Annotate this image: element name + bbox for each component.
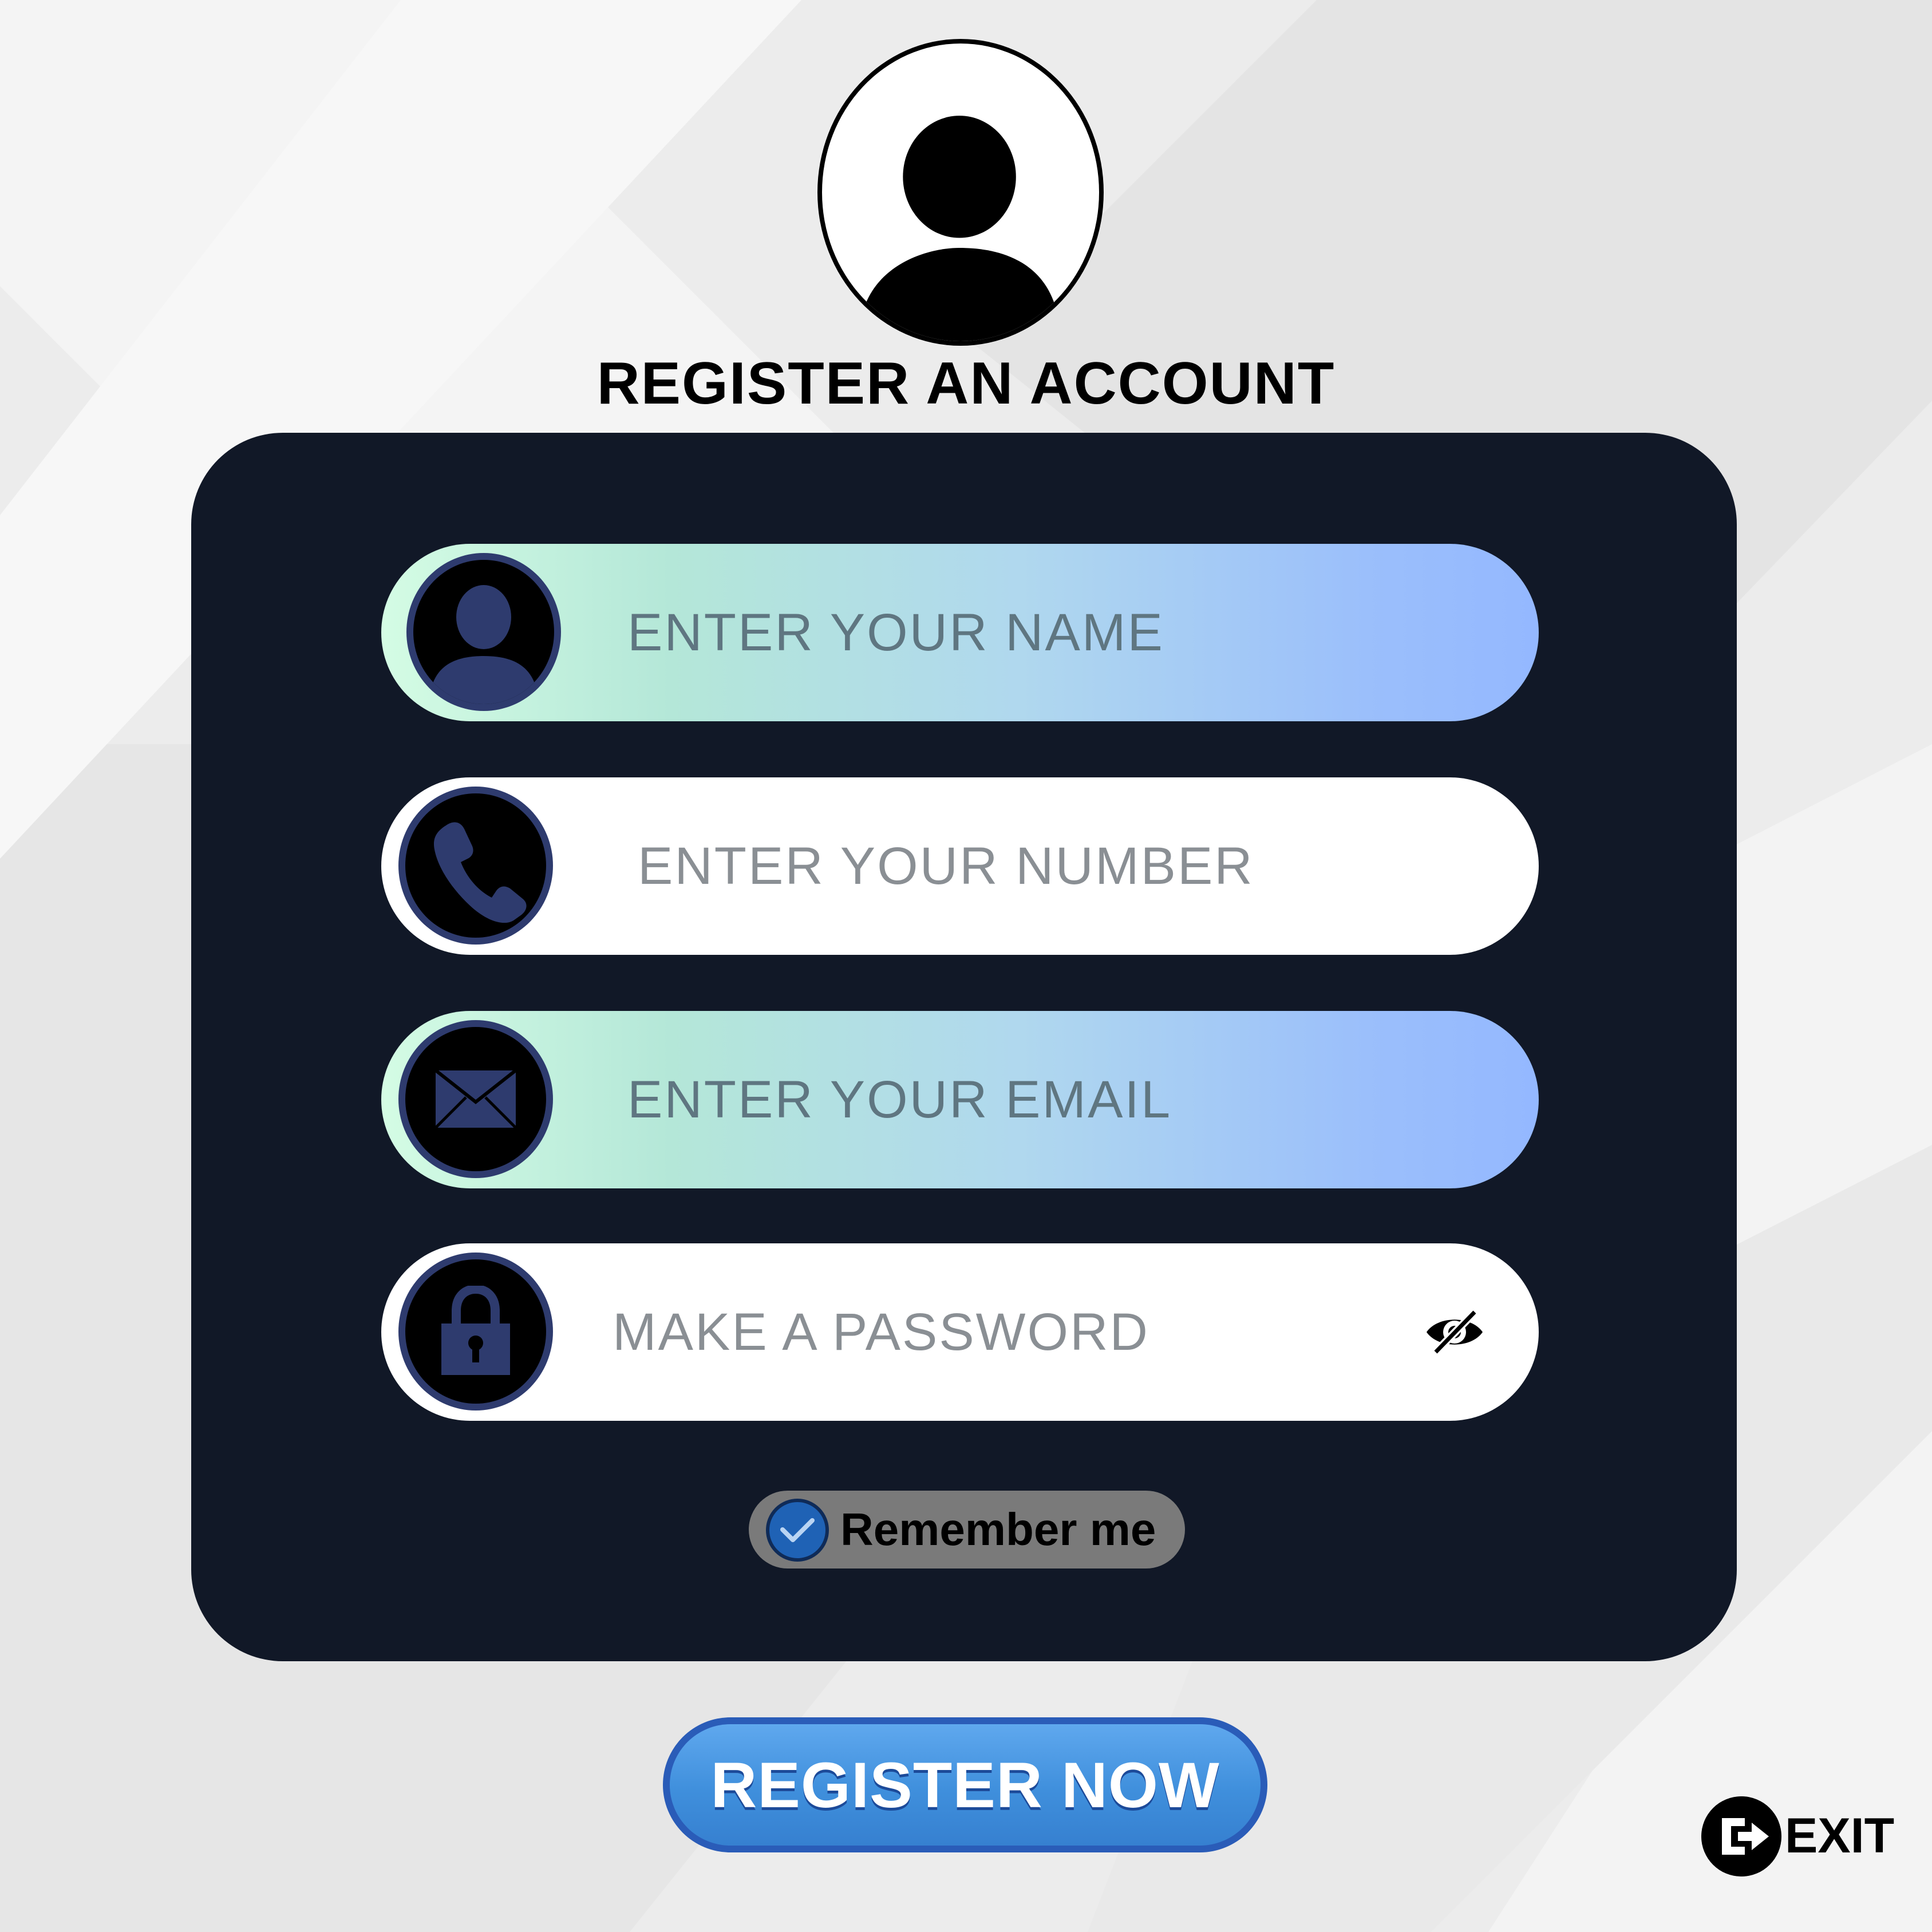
phone-icon bbox=[398, 787, 553, 945]
password-input[interactable]: MAKE A PASSWORD bbox=[613, 1243, 1149, 1421]
page-title: REGISTER AN ACCOUNT bbox=[596, 350, 1336, 417]
name-field[interactable]: ENTER YOUR NAME bbox=[381, 544, 1539, 721]
name-input[interactable]: ENTER YOUR NAME bbox=[627, 544, 1164, 721]
exit-icon bbox=[1701, 1796, 1781, 1876]
remember-me-label: Remember me bbox=[840, 1504, 1156, 1555]
register-now-button[interactable]: REGISTER NOW bbox=[663, 1717, 1267, 1852]
email-input[interactable]: ENTER YOUR EMAIL bbox=[627, 1011, 1172, 1188]
remember-me-checkbox[interactable]: Remember me bbox=[749, 1491, 1185, 1568]
exit-button[interactable]: EXIT bbox=[1701, 1795, 1896, 1876]
email-field[interactable]: ENTER YOUR EMAIL bbox=[381, 1011, 1539, 1188]
user-icon bbox=[406, 553, 561, 711]
lock-icon bbox=[398, 1253, 553, 1411]
envelope-icon bbox=[398, 1020, 553, 1178]
password-field[interactable]: MAKE A PASSWORD bbox=[381, 1243, 1539, 1421]
number-field[interactable]: ENTER YOUR NUMBER bbox=[381, 777, 1539, 955]
checkmark-icon[interactable] bbox=[766, 1499, 829, 1562]
user-avatar-icon bbox=[817, 39, 1104, 346]
exit-label: EXIT bbox=[1785, 1808, 1895, 1863]
number-input[interactable]: ENTER YOUR NUMBER bbox=[638, 777, 1254, 955]
eye-slash-icon[interactable] bbox=[1423, 1307, 1486, 1357]
register-now-label: REGISTER NOW bbox=[710, 1749, 1220, 1821]
